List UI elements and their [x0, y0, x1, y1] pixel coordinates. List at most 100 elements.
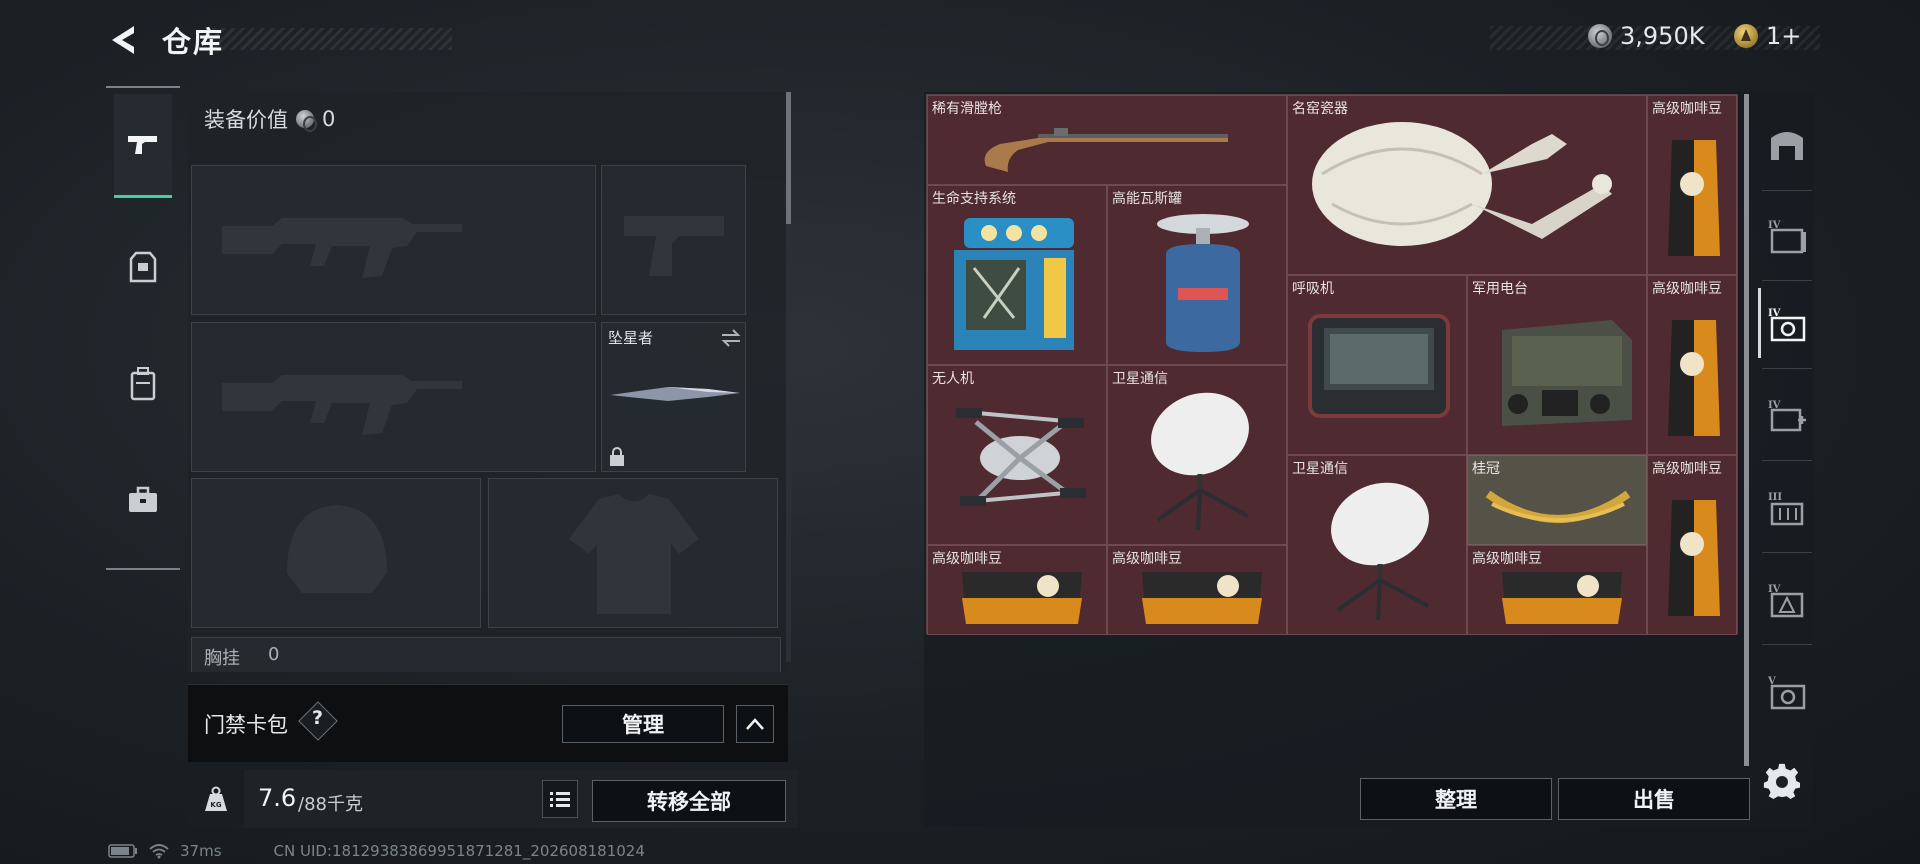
rifle-silhouette-icon	[222, 218, 462, 278]
page-title: 仓库	[162, 25, 225, 59]
back-button[interactable]	[104, 20, 144, 60]
help-icon: ?	[312, 707, 324, 729]
item-premium-coffee[interactable]: 高级咖啡豆	[927, 545, 1107, 635]
item-musket[interactable]: 稀有滑膛枪	[927, 95, 1287, 185]
category-armor[interactable]	[114, 216, 172, 320]
category-divider	[1762, 460, 1812, 461]
item-name: 高级咖啡豆	[1652, 461, 1722, 477]
keycard-label: 门禁卡包	[204, 713, 288, 737]
body-armor-slot[interactable]	[488, 478, 778, 628]
equipment-value-label: 装备价值	[204, 108, 288, 132]
transfer-all-button[interactable]: 转移全部	[592, 780, 786, 822]
status-bar: 37ms CN UID:18129383869951871281_2026081…	[108, 842, 645, 860]
item-gas-canister[interactable]: 高能瓦斯罐	[1107, 185, 1287, 365]
category-weapons[interactable]	[114, 94, 172, 198]
item-name: 稀有滑膛枪	[932, 101, 1002, 117]
helmet-silhouette-icon	[287, 505, 387, 593]
primary-weapon-slot[interactable]	[191, 165, 596, 315]
storage-grid: 稀有滑膛枪 名窑瓷器 高级咖啡豆 生命支持系统 高能瓦斯罐 呼吸机 军用电台 高…	[926, 94, 1738, 635]
item-premium-coffee[interactable]: 高级咖啡豆	[1107, 545, 1287, 635]
category-all-storage[interactable]	[1762, 120, 1812, 168]
equipment-value: 装备价值 0	[204, 104, 335, 134]
coin-balance: 3,950K	[1588, 22, 1704, 50]
rifle-silhouette-icon	[222, 375, 462, 435]
coffee-bag-icon	[962, 572, 1082, 624]
armor-silhouette-icon	[569, 494, 699, 614]
category-tier-iv-b[interactable]: IV	[1762, 300, 1812, 348]
item-premium-coffee[interactable]: 高级咖啡豆	[1647, 95, 1737, 275]
item-name: 高级咖啡豆	[1652, 101, 1722, 117]
item-premium-coffee[interactable]: 高级咖啡豆	[1647, 275, 1737, 455]
item-name: 高级咖啡豆	[932, 551, 1002, 567]
sort-button[interactable]: 整理	[1360, 778, 1552, 820]
item-premium-coffee[interactable]: 高级咖啡豆	[1647, 455, 1737, 635]
category-divider	[1762, 552, 1812, 553]
item-premium-coffee[interactable]: 高级咖啡豆	[1467, 545, 1647, 635]
coffee-bag-icon	[1502, 572, 1622, 624]
item-laurel-crown[interactable]: 桂冠	[1467, 455, 1647, 545]
weight-icon-box: KG	[188, 770, 244, 828]
ping-value: 37ms	[180, 842, 222, 860]
helmet-slot[interactable]	[191, 478, 481, 628]
category-tier-iv-a[interactable]: IV	[1762, 212, 1812, 260]
category-tier-iv-d[interactable]: IV	[1762, 576, 1812, 624]
item-life-support[interactable]: 生命支持系统	[927, 185, 1107, 365]
secondary-weapon-slot[interactable]	[191, 322, 596, 472]
item-name: 军用电台	[1472, 281, 1528, 297]
laurel-crown-icon	[1485, 490, 1631, 523]
category-case[interactable]	[114, 448, 172, 552]
item-drone[interactable]: 无人机	[927, 365, 1107, 545]
chevron-up-icon	[746, 718, 764, 730]
svg-text:KG: KG	[210, 801, 221, 809]
weight-bar: KG 7.6 /88千克 转移全部	[188, 770, 798, 828]
item-name: 高能瓦斯罐	[1112, 191, 1182, 207]
tier-iv-folder-icon: IV	[1768, 220, 1806, 254]
equipment-category-bar	[106, 86, 180, 570]
item-name: 生命支持系统	[932, 191, 1016, 207]
satellite-dish-icon	[1331, 482, 1429, 621]
wifi-icon	[149, 844, 169, 859]
coin-icon	[296, 110, 317, 132]
item-name: 卫星通信	[1112, 371, 1168, 387]
list-icon	[550, 792, 570, 807]
chest-rig-slot[interactable]: 胸挂 0	[191, 637, 781, 672]
musket-icon	[984, 128, 1228, 172]
item-military-radio[interactable]: 军用电台	[1467, 275, 1647, 455]
storage-scroll-thumb[interactable]	[1744, 94, 1749, 766]
life-support-icon	[954, 218, 1074, 350]
drone-icon	[956, 408, 1086, 506]
item-satellite-comm[interactable]: 卫星通信	[1107, 365, 1287, 545]
collapse-button[interactable]	[736, 705, 774, 743]
list-view-button[interactable]	[542, 780, 578, 818]
category-tier-iii[interactable]: III	[1762, 484, 1812, 532]
category-backpack[interactable]	[114, 332, 172, 436]
tier-v-case-icon: V	[1767, 676, 1806, 710]
swap-icon[interactable]	[720, 329, 742, 347]
item-name: 名窑瓷器	[1292, 101, 1348, 117]
ticket-amount: 1+	[1766, 22, 1802, 50]
pistol-slot[interactable]	[601, 165, 746, 315]
item-satellite-comm[interactable]: 卫星通信	[1287, 455, 1467, 635]
category-divider	[106, 86, 180, 88]
warehouse-icon	[1771, 132, 1803, 160]
category-divider	[106, 568, 180, 570]
battery-icon	[108, 844, 137, 858]
item-porcelain-vase[interactable]: 名窑瓷器	[1287, 95, 1647, 275]
knife-icon	[610, 387, 740, 401]
item-ventilator[interactable]: 呼吸机	[1287, 275, 1467, 455]
settings-button[interactable]	[1762, 762, 1802, 802]
category-divider	[1762, 190, 1812, 191]
equipment-scroll-thumb[interactable]	[786, 92, 791, 224]
melee-slot[interactable]: 坠星者	[601, 322, 746, 472]
sell-button[interactable]: 出售	[1558, 778, 1750, 820]
coin-icon	[1588, 24, 1612, 48]
melee-name: 坠星者	[608, 329, 654, 347]
ticket-balance[interactable]: 1+	[1734, 22, 1801, 50]
backpack-icon	[130, 367, 156, 401]
category-tier-iv-c[interactable]: IV	[1762, 392, 1812, 440]
chest-rig-value: 0	[268, 644, 280, 665]
coffee-bag-icon	[1668, 140, 1720, 256]
manage-button[interactable]: 管理	[562, 705, 724, 743]
gas-canister-icon	[1157, 214, 1249, 352]
category-tier-v[interactable]: V	[1762, 668, 1812, 716]
